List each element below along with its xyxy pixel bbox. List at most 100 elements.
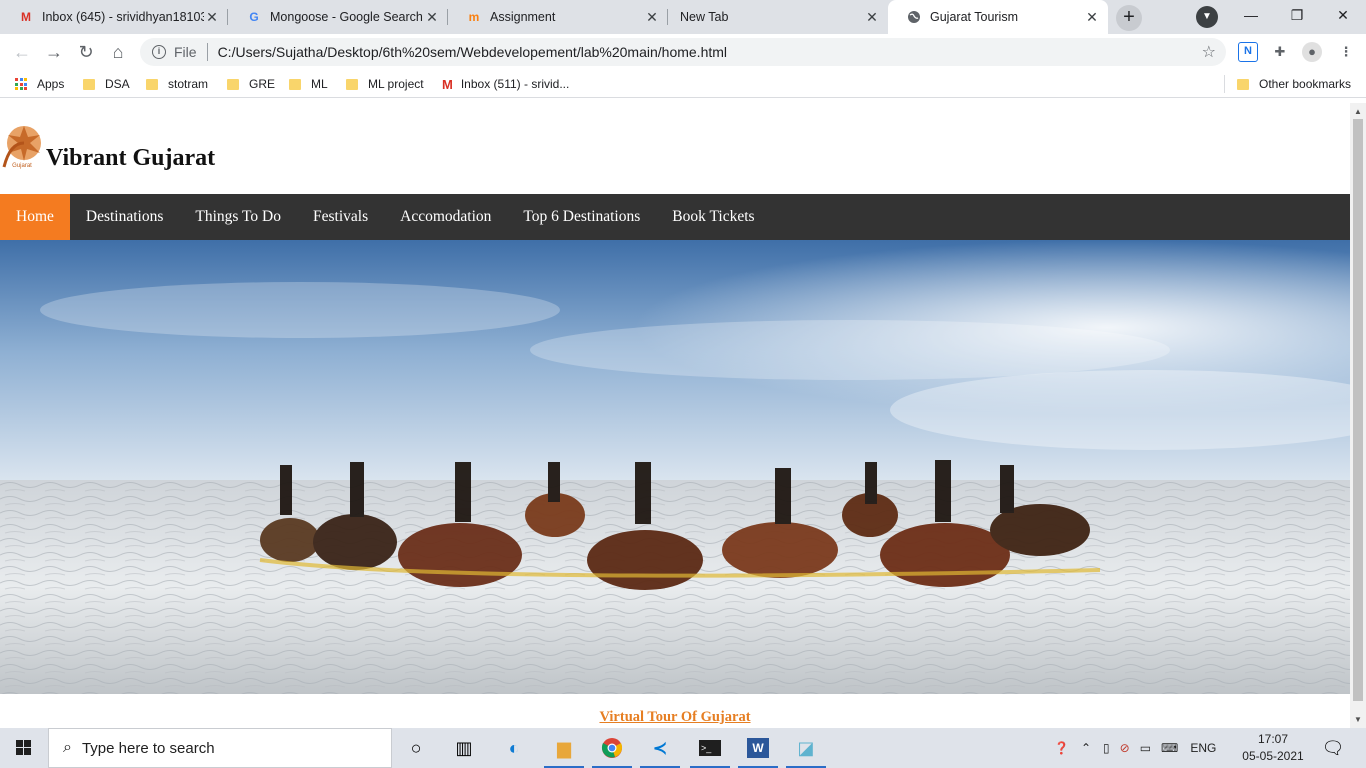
folder-icon	[1237, 78, 1249, 90]
taskbar-search-placeholder: Type here to search	[81, 739, 215, 757]
bookmark-gmail-inbox[interactable]: M Inbox (511) - srivid...	[442, 76, 569, 92]
edge-icon[interactable]: ◐	[490, 728, 538, 768]
close-icon[interactable]: ✕	[204, 9, 220, 26]
browser-tab-strip: M Inbox (645) - srividhyan18103 ✕ G Mong…	[0, 0, 1366, 34]
nav-home[interactable]: Home	[0, 194, 70, 240]
tab-new-tab[interactable]: New Tab ✕	[668, 0, 888, 34]
tab-gujarat-tourism[interactable]: Gujarat Tourism ✕	[888, 0, 1108, 34]
new-tab-button[interactable]: +	[1116, 5, 1142, 31]
close-icon[interactable]: ✕	[424, 9, 440, 26]
nav-festivals[interactable]: Festivals	[297, 194, 384, 240]
address-url[interactable]: C:/Users/Sujatha/Desktop/6th%20sem/Webde…	[218, 44, 727, 60]
gmail-icon: M	[21, 10, 31, 24]
cortana-icon[interactable]: ○	[392, 728, 440, 768]
gujarat-logo[interactable]: Gujarat	[0, 123, 44, 169]
file-explorer-icon[interactable]: ▆	[540, 728, 588, 768]
bookmark-apps[interactable]: Apps	[15, 76, 64, 92]
battery-icon[interactable]: ▭	[1140, 741, 1151, 755]
windows-taskbar: ⌕ Type here to search ○ ▥ ◐ ▆ ≺ >_ W ◪ ❓…	[0, 728, 1366, 768]
page-viewport: Gujarat Vibrant Gujarat Home Destination…	[0, 103, 1350, 728]
close-icon[interactable]: ✕	[1084, 9, 1100, 26]
globe-icon	[906, 9, 922, 25]
extension-n-icon[interactable]: N	[1238, 42, 1258, 62]
tab-assignment[interactable]: m Assignment ✕	[448, 0, 668, 34]
home-button[interactable]: ⌂	[106, 40, 130, 64]
start-button[interactable]	[0, 728, 48, 768]
nav-accomodation[interactable]: Accomodation	[384, 194, 507, 240]
menu-kebab-icon[interactable]: ⋮	[1336, 42, 1356, 62]
profile-avatar-icon[interactable]: ●	[1302, 42, 1322, 62]
device-icon[interactable]: ▯	[1103, 741, 1110, 755]
nav-destinations[interactable]: Destinations	[70, 194, 180, 240]
site-header: Gujarat Vibrant Gujarat	[0, 103, 1350, 194]
forward-button[interactable]: →	[42, 40, 66, 64]
hero-image	[0, 240, 1350, 694]
folder-icon	[346, 78, 358, 90]
tab-label: Gujarat Tourism	[930, 10, 1018, 24]
app-icon[interactable]: ◪	[782, 728, 830, 768]
address-scheme: File	[174, 44, 197, 60]
terminal-icon[interactable]: >_	[686, 728, 734, 768]
bookmark-gre[interactable]: GRE	[227, 76, 275, 92]
close-icon[interactable]: ✕	[864, 9, 880, 26]
bookmark-ml-project[interactable]: ML project	[346, 76, 424, 92]
logo-text: Gujarat	[12, 163, 32, 169]
bookmarks-bar: Apps DSA stotram GRE ML ML project M Inb…	[0, 70, 1366, 98]
clock-time: 17:07	[1257, 732, 1289, 746]
bookmark-label: ML project	[368, 77, 424, 91]
site-title: Vibrant Gujarat	[46, 145, 216, 171]
reload-button[interactable]: ↻	[74, 40, 98, 64]
word-icon[interactable]: W	[734, 728, 782, 768]
nav-top-6-destinations[interactable]: Top 6 Destinations	[507, 194, 656, 240]
language-indicator[interactable]: ENG	[1190, 741, 1216, 755]
tab-google-search[interactable]: G Mongoose - Google Search ✕	[228, 0, 448, 34]
search-icon: ⌕	[63, 739, 72, 756]
vscode-icon[interactable]: ≺	[636, 728, 684, 768]
close-icon[interactable]: ✕	[644, 9, 660, 26]
bookmark-other[interactable]: Other bookmarks	[1237, 76, 1351, 92]
nav-things-to-do[interactable]: Things To Do	[179, 194, 297, 240]
close-window-button[interactable]: ✕	[1320, 0, 1366, 30]
network-icon[interactable]: ⊘	[1120, 741, 1130, 755]
apps-icon	[15, 78, 27, 90]
bookmark-label: ML	[311, 77, 328, 91]
chrome-icon[interactable]	[588, 728, 636, 768]
scroll-up-icon[interactable]: ▲	[1354, 107, 1362, 116]
task-view-icon[interactable]: ▥	[440, 728, 488, 768]
virtual-tour-link[interactable]: Virtual Tour Of Gujarat	[0, 709, 1350, 726]
info-icon[interactable]: i	[152, 45, 166, 59]
bookmark-stotram[interactable]: stotram	[146, 76, 208, 92]
gmail-icon: M	[442, 76, 453, 92]
tab-gmail-inbox[interactable]: M Inbox (645) - srividhyan18103 ✕	[0, 0, 228, 34]
tab-label: Mongoose - Google Search	[270, 10, 423, 24]
clock-date: 05-05-2021	[1242, 749, 1304, 763]
main-navigation: Home Destinations Things To Do Festivals…	[0, 194, 1350, 240]
bookmark-label: Other bookmarks	[1259, 77, 1352, 91]
folder-icon	[83, 78, 95, 90]
bookmark-dsa[interactable]: DSA	[83, 76, 130, 92]
bookmark-label: GRE	[249, 77, 276, 91]
help-icon[interactable]: ❓	[1054, 741, 1069, 755]
tab-search-button[interactable]: ▼	[1196, 6, 1218, 28]
minimize-button[interactable]: —	[1228, 0, 1274, 30]
scrollbar-thumb[interactable]	[1353, 119, 1363, 701]
folder-icon	[289, 78, 301, 90]
chevron-up-icon[interactable]: ⌃	[1081, 741, 1091, 755]
back-button[interactable]: ←	[10, 40, 34, 64]
page-scrollbar[interactable]: ▲ ▼	[1350, 103, 1366, 728]
bookmark-label: Inbox (511) - srivid...	[460, 77, 570, 91]
tab-label: Assignment	[490, 10, 556, 24]
scroll-down-icon[interactable]: ▼	[1354, 715, 1362, 724]
bookmark-star-icon[interactable]: ☆	[1202, 42, 1216, 62]
keyboard-icon[interactable]: ⌨	[1161, 741, 1178, 755]
address-bar[interactable]: i File C:/Users/Sujatha/Desktop/6th%20se…	[140, 38, 1226, 66]
maximize-button[interactable]: ❐	[1274, 0, 1320, 30]
nav-book-tickets[interactable]: Book Tickets	[656, 194, 770, 240]
bookmark-ml[interactable]: ML	[289, 76, 328, 92]
clock[interactable]: 17:07 05-05-2021	[1242, 731, 1304, 765]
tab-label: Inbox (645) - srividhyan18103	[42, 10, 204, 24]
notifications-icon[interactable]: 🗨	[1310, 728, 1356, 768]
taskbar-search[interactable]: ⌕ Type here to search	[48, 728, 392, 768]
extensions-puzzle-icon[interactable]: ✚	[1270, 42, 1290, 62]
system-tray: ❓ ⌃ ▯ ⊘ ▭ ⌨ ENG	[1054, 728, 1216, 768]
